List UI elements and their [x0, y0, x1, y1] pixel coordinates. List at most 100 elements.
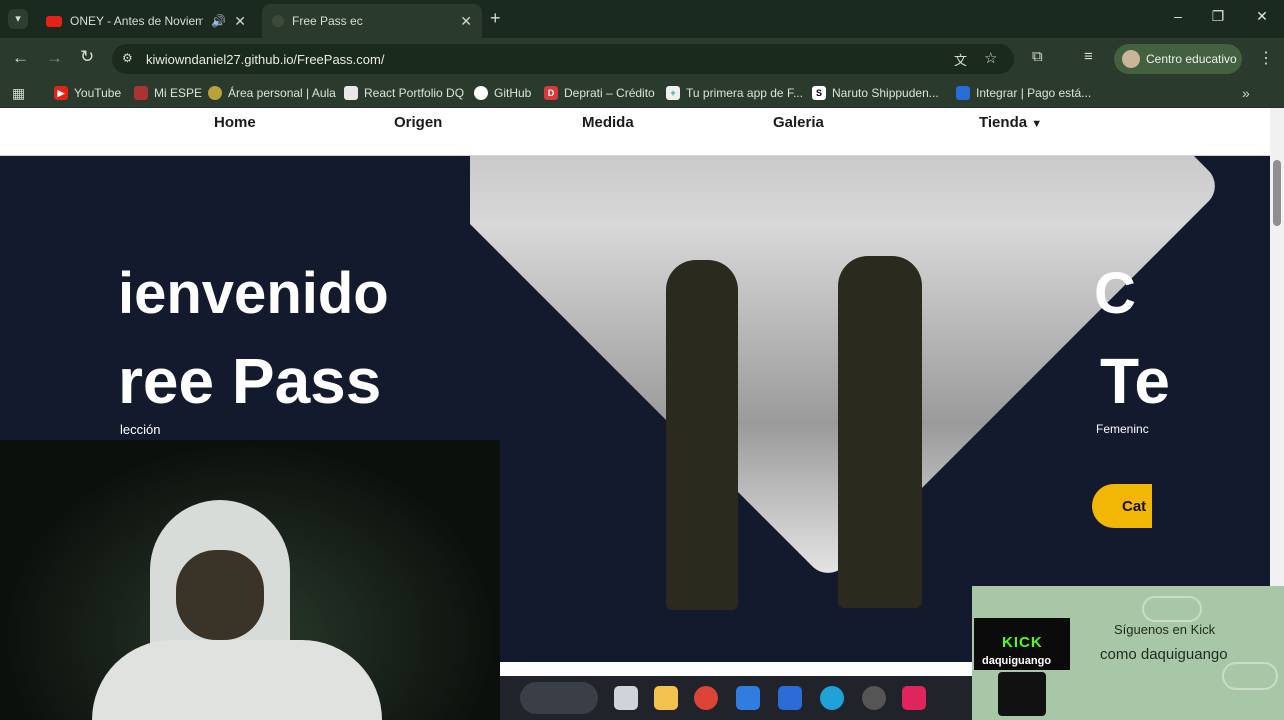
close-icon[interactable]: ✕ [234, 13, 246, 30]
cloud-decoration [1142, 596, 1202, 622]
obs-icon[interactable] [862, 686, 886, 710]
tiktok-icon[interactable] [902, 686, 926, 710]
profile-button[interactable]: Centro educativo [1114, 44, 1242, 74]
bookmark-app[interactable]: + Tu primera app de F... [666, 86, 803, 100]
youtube-icon: ▶ [54, 86, 68, 100]
extensions-icon[interactable]: ⧉ [1032, 48, 1043, 65]
tab-strip: ▾ ONEY - Antes de Noviembre 🔊 ✕ Free Pas… [0, 0, 1284, 38]
bookmark-pago[interactable]: Integrar | Pago está... [956, 86, 1091, 100]
restore-icon[interactable]: ❐ [1208, 8, 1228, 25]
follow-text-line1: Síguenos en Kick [1114, 622, 1216, 637]
cloud-decoration [1222, 662, 1278, 690]
nav-medida[interactable]: Medida [582, 114, 634, 131]
bookmark-naruto[interactable]: S Naruto Shippuden... [812, 86, 939, 100]
aula-icon [208, 86, 222, 100]
tab-search-chevron-icon[interactable]: ▾ [8, 9, 28, 29]
back-icon[interactable]: ← [12, 48, 29, 68]
taskbar [500, 676, 974, 720]
bookmark-label: Integrar | Pago está... [976, 86, 1092, 100]
bookmark-label: Deprati – Crédito [564, 86, 655, 100]
pago-icon [956, 86, 970, 100]
channel-logo [998, 672, 1046, 716]
bookmark-deprati[interactable]: D Deprati – Crédito [544, 86, 655, 100]
nav-home[interactable]: Home [214, 114, 256, 131]
reload-icon[interactable]: ↻ [80, 47, 94, 67]
kick-logo: KICK [1002, 634, 1043, 651]
deprati-icon: D [544, 86, 558, 100]
bookmark-label: Área personal | Aula [228, 86, 336, 100]
bookmark-star-icon[interactable]: ☆ [984, 49, 997, 67]
bookmarks-bar: ▦ ▶ YouTube Mi ESPE Área personal | Aula … [0, 80, 1284, 108]
page-footer-strip [500, 662, 974, 676]
tab-title: ONEY - Antes de Noviembre [70, 14, 204, 28]
bookmark-github[interactable]: GitHub [474, 86, 531, 100]
file-explorer-icon[interactable] [654, 686, 678, 710]
address-bar[interactable]: ⚙ kiwiowndaniel27.github.io/FreePass.com… [112, 44, 1014, 74]
bookmark-label: Naruto Shippuden... [832, 86, 939, 100]
webcam-overlay [0, 440, 500, 720]
bookmark-aula[interactable]: Área personal | Aula [208, 86, 336, 100]
avatar [1122, 50, 1140, 68]
react-icon [344, 86, 358, 100]
nav-tienda-label: Tienda [979, 114, 1028, 131]
forward-icon[interactable]: → [46, 48, 63, 68]
window-close-icon[interactable]: ✕ [1252, 8, 1272, 25]
nav-tienda[interactable]: Tienda ▼ [979, 114, 1042, 131]
edge-icon[interactable] [820, 686, 844, 710]
bookmark-label: YouTube [74, 86, 122, 100]
hero-title-left-line1: ienvenido [118, 261, 389, 326]
media-control-icon[interactable]: ≡ [1084, 48, 1093, 65]
catalog-button[interactable]: Cat [1092, 484, 1152, 528]
bookmark-label: Tu primera app de F... [686, 86, 803, 100]
caret-down-icon: ▼ [1031, 118, 1043, 130]
hero-title-right-line2: Te [1100, 345, 1170, 417]
tab-free-pass[interactable]: Free Pass ec ✕ [262, 4, 482, 38]
follow-text-line2: como daquiguango [1100, 646, 1228, 663]
person-face [176, 550, 264, 640]
bookmark-label: React Portfolio DQ [364, 86, 465, 100]
kick-username: daquiguango [982, 655, 1052, 667]
model-figure-back [838, 256, 922, 608]
hero-title-left-line2: ree Pass [118, 345, 382, 417]
bookmark-react[interactable]: React Portfolio DQ [344, 86, 464, 100]
scrollbar-thumb[interactable] [1273, 160, 1281, 226]
apps-grid-icon[interactable]: ▦ [12, 85, 25, 102]
app-icon: + [666, 86, 680, 100]
tab-oney[interactable]: ONEY - Antes de Noviembre 🔊 ✕ [36, 4, 256, 38]
bookmark-label: Mi ESPE [154, 86, 203, 100]
naruto-icon: S [812, 86, 826, 100]
close-icon[interactable]: ✕ [460, 13, 472, 30]
taskbar-search[interactable] [520, 682, 598, 714]
github-icon [474, 86, 488, 100]
store-icon[interactable] [736, 686, 760, 710]
tab-title: Free Pass ec [292, 14, 363, 28]
speaker-icon[interactable]: 🔊 [211, 14, 226, 28]
translate-icon[interactable]: 文 [954, 50, 967, 69]
profile-label: Centro educativo [1146, 52, 1237, 66]
new-tab-button[interactable]: + [490, 8, 501, 29]
person-body [92, 640, 382, 720]
nav-galeria[interactable]: Galeria [773, 114, 824, 131]
bookmark-espe[interactable]: Mi ESPE [134, 86, 202, 100]
hero-subtitle-left: lección [120, 422, 161, 437]
minimize-icon[interactable]: – [1168, 8, 1188, 24]
more-bookmarks-icon[interactable]: » [1242, 85, 1250, 101]
catalog-label: Cat [1122, 497, 1147, 515]
model-figure-front [666, 260, 738, 610]
hero-subtitle-right: Femeninc [1096, 422, 1149, 436]
site-navbar: Home Origen Medida Galeria Tienda ▼ [0, 108, 1270, 156]
task-view-icon[interactable] [614, 686, 638, 710]
bookmark-label: GitHub [494, 86, 532, 100]
browser-toolbar: ← → ↻ ⚙ kiwiowndaniel27.github.io/FreePa… [0, 38, 1284, 80]
page-icon [272, 15, 284, 27]
hero-title-right-line1: C [1094, 261, 1136, 326]
url-text: kiwiowndaniel27.github.io/FreePass.com/ [146, 51, 385, 67]
chrome-icon[interactable] [694, 686, 718, 710]
outlook-icon[interactable] [778, 686, 802, 710]
nav-origen[interactable]: Origen [394, 114, 442, 131]
youtube-icon [46, 15, 62, 27]
espe-icon [134, 86, 148, 100]
bookmark-youtube[interactable]: ▶ YouTube [54, 86, 121, 100]
menu-icon[interactable]: ⋮ [1258, 48, 1274, 68]
site-info-icon[interactable]: ⚙ [122, 51, 133, 65]
